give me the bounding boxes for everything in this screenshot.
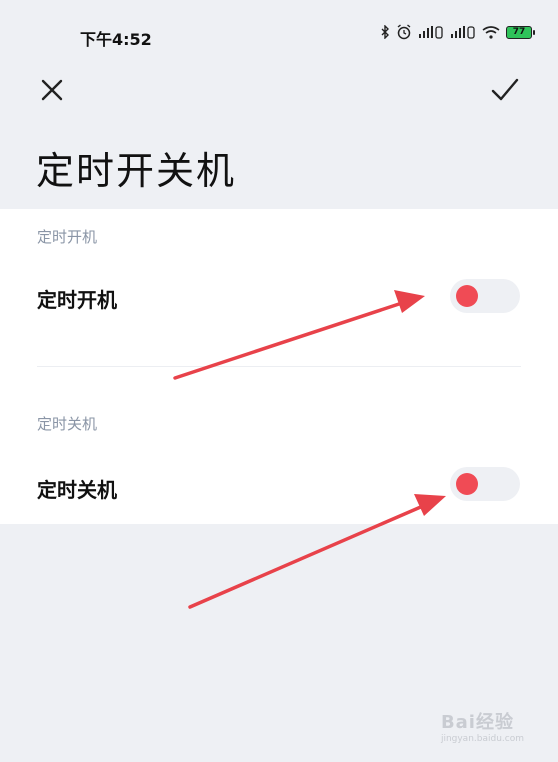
battery-icon: 77	[506, 25, 535, 39]
wifi-icon	[482, 25, 500, 39]
status-time: 下午4:52	[80, 30, 152, 49]
bluetooth-icon	[380, 25, 390, 39]
confirm-button[interactable]	[490, 76, 520, 104]
status-icons: 77	[380, 24, 535, 40]
signal-icon	[418, 25, 444, 39]
item-label-power-on: 定时开机	[37, 288, 117, 312]
item-label-power-off: 定时关机	[37, 478, 117, 502]
page-title: 定时开关机	[36, 149, 237, 193]
watermark: Bai经验 jingyan.baidu.com	[441, 708, 524, 744]
check-icon	[491, 78, 519, 101]
signal-icon	[450, 25, 476, 39]
top-action-bar	[0, 72, 558, 112]
watermark-url: jingyan.baidu.com	[440, 734, 524, 744]
toggle-knob	[456, 285, 478, 307]
close-button[interactable]	[38, 76, 66, 104]
section-label-power-off: 定时关机	[37, 415, 98, 433]
toggle-power-on[interactable]	[450, 279, 520, 313]
watermark-suffix: 经验	[475, 712, 514, 733]
toggle-power-off[interactable]	[450, 467, 520, 501]
watermark-brand: Bai	[440, 712, 476, 733]
close-icon	[41, 79, 63, 101]
divider	[37, 366, 521, 367]
status-bar: 下午4:52 77	[0, 0, 558, 72]
toggle-knob	[456, 473, 478, 495]
section-label-power-on: 定时开机	[37, 228, 98, 246]
alarm-icon	[396, 24, 412, 40]
